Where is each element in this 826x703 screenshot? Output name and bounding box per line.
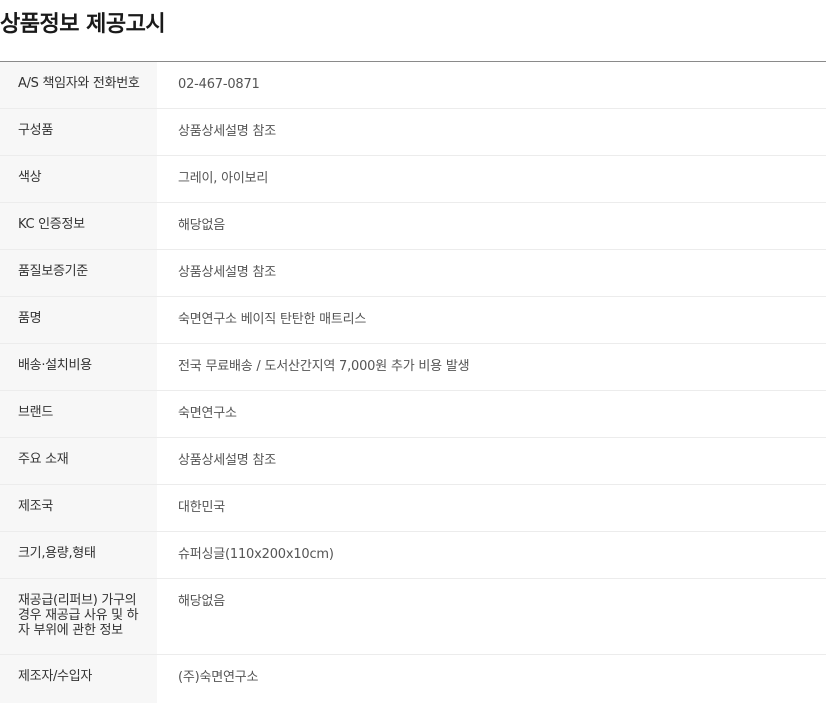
table-row: 제조자/수입자 (주)숙면연구소 [0,655,826,703]
table-row: 크기,용량,형태 슈퍼싱글(110x200x10cm) [0,532,826,579]
table-row: A/S 책임자와 전화번호 02-467-0871 [0,62,826,109]
row-value: 상품상세설명 참조 [178,453,277,468]
row-value: 숙면연구소 [178,406,237,421]
row-label: KC 인증정보 [0,203,157,249]
row-value: 대한민국 [178,500,226,515]
table-row: 주요 소재 상품상세설명 참조 [0,438,826,485]
row-value: 슈퍼싱글(110x200x10cm) [178,547,334,562]
row-label: 재공급(리퍼브) 가구의 경우 재공급 사유 및 하자 부위에 관한 정보 [0,579,157,654]
row-value: 해당없음 [178,218,226,233]
table-row: 제조국 대한민국 [0,485,826,532]
row-value: 상품상세설명 참조 [178,265,277,280]
row-value: 상품상세설명 참조 [178,124,277,139]
row-value: 전국 무료배송 / 도서산간지역 7,000원 추가 비용 발생 [178,359,470,374]
row-label: 배송·설치비용 [0,344,157,390]
row-label: A/S 책임자와 전화번호 [0,62,157,108]
table-row: 색상 그레이, 아이보리 [0,156,826,203]
table-row: KC 인증정보 해당없음 [0,203,826,250]
row-label: 주요 소재 [0,438,157,484]
row-label: 제조자/수입자 [0,655,157,703]
row-label: 제조국 [0,485,157,531]
row-label: 크기,용량,형태 [0,532,157,578]
table-row: 품명 숙면연구소 베이직 탄탄한 매트리스 [0,297,826,344]
row-value: 그레이, 아이보리 [178,171,269,186]
row-label: 품명 [0,297,157,343]
table-row: 구성품 상품상세설명 참조 [0,109,826,156]
table-row: 재공급(리퍼브) 가구의 경우 재공급 사유 및 하자 부위에 관한 정보 해당… [0,579,826,655]
product-info-table: A/S 책임자와 전화번호 02-467-0871 구성품 상품상세설명 참조 … [0,61,826,703]
row-label: 구성품 [0,109,157,155]
page-title: 상품정보 제공고시 [0,12,166,37]
table-row: 배송·설치비용 전국 무료배송 / 도서산간지역 7,000원 추가 비용 발생 [0,344,826,391]
row-value: 숙면연구소 베이직 탄탄한 매트리스 [178,312,367,327]
row-label: 브랜드 [0,391,157,437]
table-row: 브랜드 숙면연구소 [0,391,826,438]
table-row: 품질보증기준 상품상세설명 참조 [0,250,826,297]
row-value: (주)숙면연구소 [178,670,259,685]
row-value: 해당없음 [178,594,226,609]
row-value: 02-467-0871 [178,77,260,92]
row-label: 색상 [0,156,157,202]
row-label: 품질보증기준 [0,250,157,296]
